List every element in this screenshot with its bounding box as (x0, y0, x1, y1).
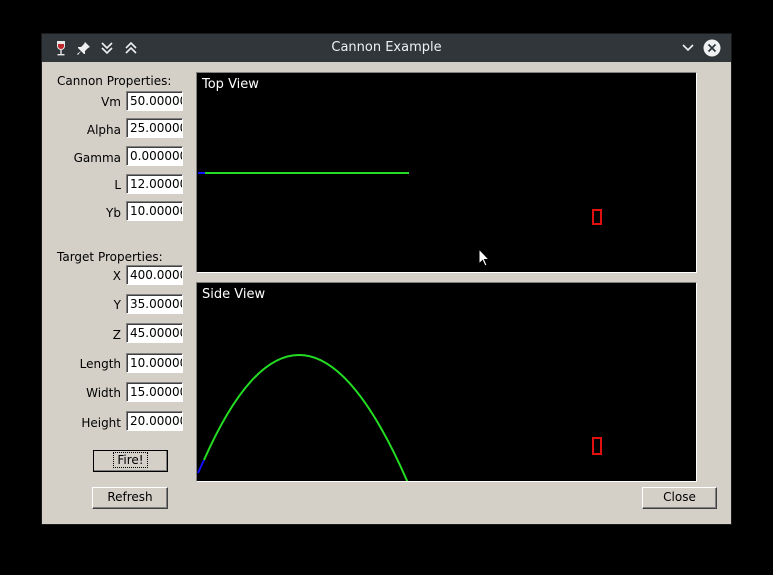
top-view-canvas[interactable]: Top View (196, 72, 697, 273)
cannon-window: Cannon Example Cannon Properties: Vm 50.… (42, 34, 731, 524)
refresh-button[interactable]: Refresh (92, 487, 168, 509)
width-field[interactable]: 15.000000 (126, 382, 183, 402)
side-view-trajectory (203, 353, 409, 481)
height-field[interactable]: 20.000000 (126, 411, 183, 431)
z-field[interactable]: 45.000000 (126, 323, 183, 343)
length-field[interactable]: 10.000000 (126, 353, 183, 373)
side-view-target (592, 437, 602, 455)
gamma-field[interactable]: 0.000000 (126, 146, 183, 166)
window-title: Cannon Example (331, 40, 442, 55)
alpha-field[interactable]: 25.000000 (126, 118, 183, 138)
target-properties-heading: Target Properties: (57, 250, 163, 264)
width-label: Width (86, 386, 121, 400)
side-view-cannon (197, 459, 205, 474)
title-bar[interactable]: Cannon Example (42, 34, 731, 62)
fire-button-label: Fire! (113, 452, 148, 468)
z-label: Z (112, 328, 121, 342)
x-field[interactable]: 400.000000 (126, 265, 183, 285)
l-label: L (114, 178, 121, 192)
yb-field[interactable]: 10.000000 (126, 201, 183, 221)
close-button[interactable]: Close (642, 487, 717, 509)
height-label: Height (81, 416, 121, 430)
l-field[interactable]: 12.000000 (126, 174, 183, 194)
chevron-down-icon[interactable] (679, 39, 697, 57)
close-circle-icon[interactable] (703, 39, 721, 57)
x-label: X (112, 269, 121, 283)
top-view-target (592, 209, 602, 225)
fire-button[interactable]: Fire! (93, 450, 168, 472)
length-label: Length (79, 357, 121, 371)
vm-field[interactable]: 50.000000 (126, 91, 183, 111)
alpha-label: Alpha (86, 123, 121, 137)
cannon-properties-heading: Cannon Properties: (57, 74, 172, 88)
yb-label: Yb (106, 206, 121, 220)
side-view-canvas[interactable]: Side View (196, 282, 697, 482)
y-field[interactable]: 35.000000 (126, 294, 183, 314)
vm-label: Vm (101, 95, 121, 109)
y-label: Y (113, 298, 121, 312)
gamma-label: Gamma (73, 151, 121, 165)
mouse-cursor-icon (478, 248, 491, 267)
